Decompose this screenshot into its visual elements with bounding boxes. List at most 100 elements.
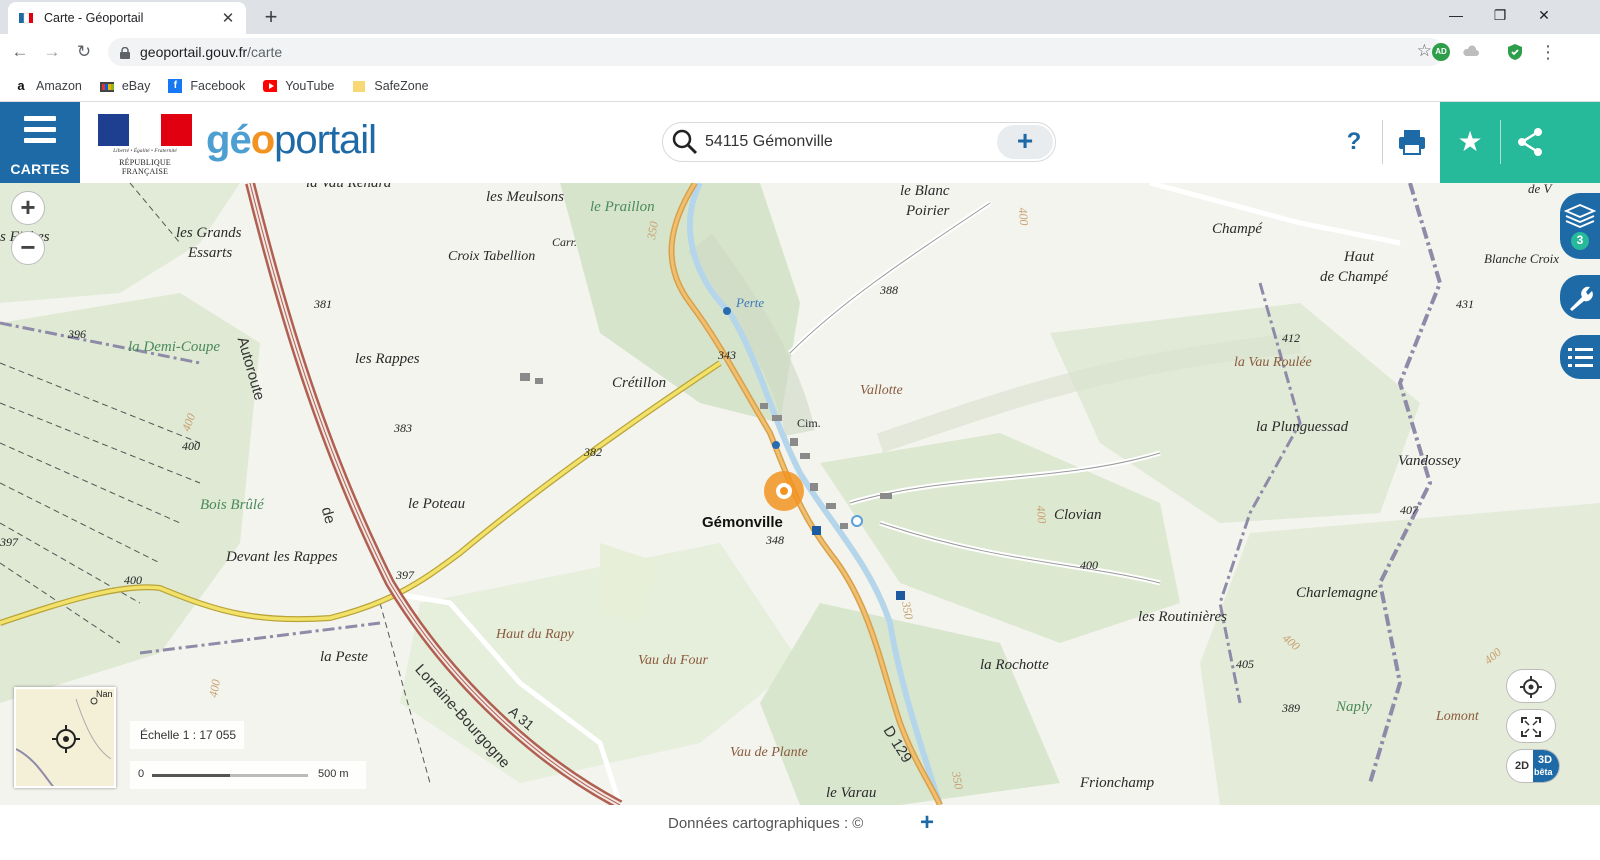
map-label: de V	[1528, 183, 1552, 196]
map-label: la Plunguessad	[1256, 419, 1349, 435]
overview-minimap[interactable]: Nan	[14, 687, 116, 788]
map-label: la Rochotte	[980, 657, 1049, 673]
shield-extension-icon[interactable]	[1506, 43, 1524, 61]
bookmark-star-icon[interactable]: ☆	[1417, 41, 1432, 61]
zoom-in-button[interactable]: +	[11, 191, 45, 225]
cloud-extension-icon[interactable]	[1462, 43, 1480, 61]
scalebar-end: 500 m	[318, 768, 349, 780]
map-label: le Blanc	[900, 183, 950, 199]
map-label: Haut du Rapy	[496, 627, 574, 642]
geoportail-logo[interactable]: géoportail	[206, 118, 377, 162]
map-label: Perte	[736, 295, 765, 310]
bookmark-label: YouTube	[285, 78, 335, 93]
mode-3d-option[interactable]: 3D bêta	[1533, 750, 1559, 782]
browser-tab-bar: Carte - Géoportail ✕ + — ❐ ✕	[0, 0, 1600, 34]
credits-expand-button[interactable]: +	[920, 809, 934, 837]
zoom-out-button[interactable]: −	[11, 231, 45, 265]
scalebar-segment	[152, 774, 230, 777]
elevation-label: 400	[1080, 558, 1098, 572]
map-label: Crétillon	[612, 375, 667, 391]
print-icon[interactable]	[1392, 124, 1432, 160]
teal-separator	[1500, 120, 1501, 164]
elevation-label: 405	[1236, 657, 1254, 671]
search-icon[interactable]	[671, 128, 699, 156]
favorites-star-icon[interactable]: ★	[1450, 122, 1490, 162]
map-label: le Praillon	[590, 199, 655, 215]
bookmark-label: eBay	[121, 78, 151, 93]
bookmark-label: SafeZone	[374, 78, 429, 93]
wrench-icon	[1570, 286, 1593, 311]
bookmark-ebay[interactable]: eBay	[99, 78, 151, 93]
advanced-search-plus-button[interactable]: +	[997, 125, 1053, 159]
map-label: Champé	[1212, 221, 1262, 237]
place-search-box: +	[662, 122, 1056, 162]
map-label: Poirier	[906, 203, 950, 219]
tab-close-icon[interactable]: ✕	[220, 9, 236, 27]
map-label: Clovian	[1054, 507, 1102, 523]
map-label: Devant les Rappes	[226, 549, 338, 565]
geolocate-button[interactable]	[1506, 669, 1556, 703]
browser-menu-icon[interactable]: ⋮	[1536, 40, 1560, 64]
mode-3d-beta: bêta	[1534, 767, 1553, 777]
layers-icon	[1563, 204, 1597, 250]
map-label: Haut	[1344, 249, 1374, 265]
elevation-label: 350	[899, 600, 916, 621]
map-label: Vau du Four	[638, 653, 708, 668]
close-window-button[interactable]: ✕	[1522, 0, 1566, 30]
map-footer: Données cartographiques : © +	[0, 805, 1600, 860]
map-label: Naply	[1336, 699, 1372, 715]
forward-button[interactable]: →	[40, 40, 64, 64]
map-label: Vallotte	[860, 383, 903, 398]
bookmark-amazon[interactable]: a Amazon	[14, 78, 81, 93]
map-label: Charlemagne	[1296, 585, 1378, 601]
minimize-button[interactable]: —	[1434, 0, 1478, 30]
elevation-label: 350	[644, 220, 661, 241]
map-label: les Rappes	[355, 351, 420, 367]
elevation-label: 400	[124, 573, 142, 587]
republique-motto: Liberté • Égalité • Fraternité	[113, 148, 177, 154]
fullscreen-button[interactable]	[1506, 709, 1556, 743]
ebay-icon	[99, 79, 114, 93]
browser-toolbar: ← → ↻ geoportail.gouv.fr/carte ☆ AD ⋮	[0, 34, 1600, 70]
elevation-label: 400	[206, 678, 223, 699]
address-bar[interactable]: geoportail.gouv.fr/carte ☆	[108, 38, 1444, 66]
amazon-icon: a	[17, 78, 25, 93]
bookmark-facebook[interactable]: f Facebook	[168, 78, 246, 93]
help-button[interactable]: ?	[1336, 124, 1372, 160]
map-data-credit: Données cartographiques : ©	[668, 815, 864, 832]
bookmark-safezone[interactable]: SafeZone	[352, 78, 429, 93]
2d-3d-toggle[interactable]: 2D 3D bêta	[1506, 749, 1560, 783]
back-button[interactable]: ←	[8, 40, 32, 64]
map-label: les Routinières	[1138, 609, 1228, 625]
map-label: le Varau	[826, 785, 877, 801]
cartes-menu-button[interactable]: CARTES	[0, 102, 80, 183]
search-input[interactable]	[705, 133, 985, 151]
facebook-icon: f	[168, 78, 183, 93]
map-label: Cim.	[797, 416, 821, 430]
browser-tab[interactable]: Carte - Géoportail ✕	[8, 2, 246, 34]
new-tab-button[interactable]: +	[258, 4, 284, 30]
restore-button[interactable]: ❐	[1478, 0, 1522, 30]
map-canvas[interactable]: la Vau Renard les Meulsons le Praillon l…	[0, 183, 1600, 805]
bookmark-label: Facebook	[190, 78, 246, 93]
bookmark-youtube[interactable]: YouTube	[263, 79, 334, 93]
map-label: la Vau Roulée	[1234, 355, 1312, 370]
layers-button[interactable]: 3	[1560, 193, 1600, 259]
reload-button[interactable]: ↻	[72, 40, 96, 64]
list-icon	[1568, 348, 1593, 367]
legend-list-button[interactable]	[1560, 335, 1600, 379]
adblock-extension-icon[interactable]: AD	[1432, 43, 1450, 61]
cartes-label: CARTES	[10, 161, 70, 177]
geoportail-header: CARTES Liberté • Égalité • Fraternité RÉ…	[0, 102, 1600, 183]
folder-icon	[352, 79, 366, 93]
elevation-label: 383	[394, 421, 412, 435]
republique-francaise-logo[interactable]: Liberté • Égalité • Fraternité RÉPUBLIQU…	[98, 114, 192, 176]
elevation-label: 400	[1015, 206, 1032, 227]
share-icon[interactable]	[1510, 122, 1550, 162]
elevation-label: 343	[718, 348, 736, 362]
elevation-label: 407	[1400, 503, 1418, 517]
elevation-label: 389	[1282, 701, 1300, 715]
map-label: Blanche Croix	[1484, 251, 1559, 266]
tools-wrench-button[interactable]	[1560, 275, 1600, 319]
location-marker-icon	[764, 471, 804, 511]
